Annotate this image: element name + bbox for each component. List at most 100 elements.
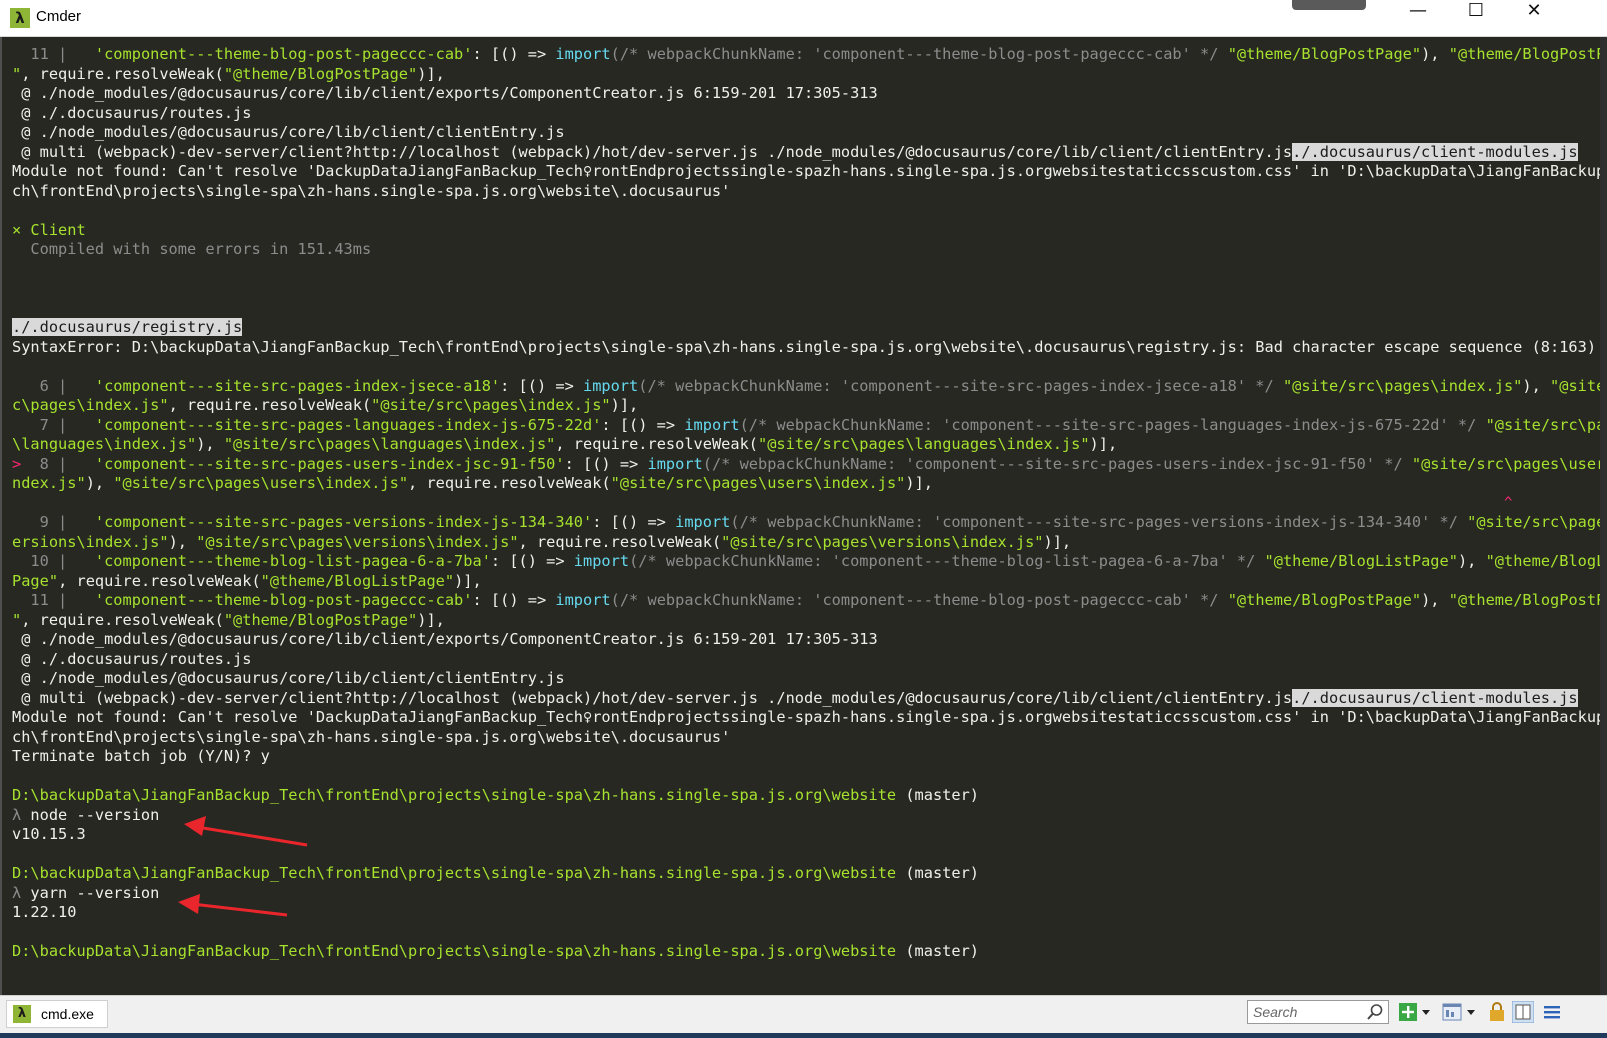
terminal-text: "@site/src\pages\versions\index.js" [196, 532, 519, 551]
terminal-text: import [573, 552, 630, 570]
terminal-line: Compiled with some errors in 151.43ms [12, 240, 371, 260]
terminal-text: "@site/src\pages\versions\index.js" [721, 532, 1044, 551]
terminal-text: import [583, 376, 639, 395]
terminal-line: @ ./node_modules/@docusaurus/core/lib/cl… [12, 84, 878, 104]
terminal-text: \languages\index.js" [12, 435, 197, 453]
terminal-line: 11 | 'component---theme-blog-post-pagecc… [12, 591, 1607, 611]
terminal-line: @ multi (webpack)-dev-server/client?http… [12, 688, 1578, 709]
terminal-line: ch\frontEnd\projects\single-spa\zh-hans.… [12, 728, 730, 748]
terminal-text: : [() => [601, 415, 685, 434]
terminal-text: @ multi (webpack)-dev-server/client?http… [12, 142, 1293, 161]
terminal-text: yarn --version [30, 883, 160, 902]
layout-icon[interactable] [1442, 1002, 1462, 1022]
terminal-line: Terminate batch job (Y/N)? y [12, 747, 270, 767]
terminal-text: "@theme/BlogPostPage" [223, 64, 418, 83]
terminal-text: (/* webpackChunkName: 'component---site-… [730, 513, 1468, 531]
terminal-text: )], [1089, 435, 1118, 453]
terminal-text: ./.docusaurus/registry.js [12, 318, 243, 336]
arrow-yarn-version [178, 894, 288, 917]
terminal-text: Compiled with some errors in 151.43ms [12, 240, 372, 258]
terminal-text: 10 | [12, 552, 77, 570]
terminal-line: λ node --version [12, 806, 159, 826]
terminal-text: (master) [896, 786, 980, 804]
terminal-line: ", require.resolveWeak("@theme/BlogPostP… [12, 65, 445, 85]
terminal-line: ./.docusaurus/registry.js [12, 318, 243, 338]
minimize-button[interactable]: — [1389, 0, 1447, 36]
terminal-line: SyntaxError: D:\backupData\JiangFanBacku… [12, 338, 1596, 358]
split-view-icon[interactable] [1512, 1001, 1534, 1023]
terminal-text: "@site/src\pages\users\i [1411, 454, 1607, 473]
terminal-text: 8 | [30, 454, 77, 473]
terminal-output[interactable]: 11 | 'component---theme-blog-post-pagecc… [0, 37, 1607, 995]
terminal-text: (/* webpackChunkName: 'component---site-… [638, 376, 1283, 395]
terminal-text: : [() => [592, 513, 676, 531]
lambda-icon: λ [13, 1005, 31, 1023]
terminal-line: ersions\index.js"), "@site/src\pages\ver… [12, 533, 1071, 553]
search-input[interactable]: Search [1247, 1000, 1389, 1024]
terminal-text: × Client [12, 220, 86, 239]
terminal-text: 1.22.10 [12, 903, 77, 921]
terminal-text: 11 | [12, 591, 77, 609]
search-icon[interactable] [1366, 1003, 1384, 1021]
terminal-text: )], [454, 571, 482, 590]
terminal-text: SyntaxError: D:\backupData\JiangFanBacku… [12, 337, 1597, 356]
terminal-text: )], [417, 610, 445, 629]
terminal-text: 'component---theme-blog-post-pageccc-cab… [94, 591, 473, 609]
tab-label: cmd.exe [41, 1006, 94, 1022]
terminal-line: 7 | 'component---site-src-pages-language… [12, 416, 1607, 436]
terminal-text: ), [1421, 591, 1449, 609]
terminal-text: import [684, 415, 740, 434]
terminal-text: @ ./node_modules/@docusaurus/core/lib/cl… [12, 669, 565, 687]
terminal-text: " [12, 610, 22, 629]
terminal-text: 'component---site-src-pages-index-jsece-… [94, 376, 501, 395]
terminal-line: ch\frontEnd\projects\single-spa\zh-hans.… [12, 182, 730, 202]
terminal-line: ndex.js"), "@site/src\pages\users\index.… [12, 474, 933, 494]
terminal-text: (master) [896, 942, 980, 960]
terminal-text: 'component---theme-blog-list-pagea-6-a-7… [94, 552, 491, 570]
terminal-text: Terminate batch job (Y/N)? y [12, 747, 270, 765]
terminal-text: "@site/src\pages\index.js" [371, 396, 611, 414]
terminal-text: ch\frontEnd\projects\single-spa\zh-hans.… [12, 727, 731, 746]
terminal-line: c\pages\index.js", require.resolveWeak("… [12, 396, 638, 416]
terminal-text: (/* webpackChunkName: 'component---site-… [739, 415, 1486, 434]
scrollbar[interactable] [1600, 37, 1607, 995]
terminal-text: (master) [896, 864, 980, 882]
terminal-text: node --version [30, 805, 160, 824]
terminal-text: (/* webpackChunkName: 'component---theme… [610, 45, 1228, 63]
dropdown-icon[interactable] [1420, 1002, 1432, 1022]
terminal-line: λ yarn --version [12, 884, 159, 904]
terminal-text: )], [1043, 532, 1072, 551]
terminal-text: 'component---theme-blog-post-pageccc-cab… [94, 45, 473, 63]
lock-icon[interactable] [1487, 1002, 1507, 1022]
menu-icon[interactable] [1542, 1002, 1562, 1022]
terminal-text: Module not found: Can't resolve 'DackupD… [12, 162, 1607, 180]
terminal-text: import [675, 513, 731, 531]
new-console-icon[interactable] [1398, 1002, 1418, 1022]
terminal-text: " [12, 64, 22, 83]
terminal-text: 'component---site-src-pages-users-index-… [94, 454, 565, 473]
error-caret: ^ [1504, 495, 1512, 511]
terminal-line: @ ./node_modules/@docusaurus/core/lib/cl… [12, 630, 878, 650]
terminal-text: , require.resolveWeak( [408, 474, 611, 492]
maximize-button[interactable]: ☐ [1447, 0, 1505, 36]
tab-cmd[interactable]: λ cmd.exe [6, 1000, 108, 1028]
terminal-line: 9 | 'component---site-src-pages-versions… [12, 513, 1607, 533]
terminal-line: v10.15.3 [12, 825, 86, 845]
ghost-strip [1292, 0, 1366, 10]
dropdown-icon[interactable] [1465, 1002, 1477, 1022]
lambda-icon: λ [10, 8, 30, 28]
arrow-node-version [184, 816, 308, 847]
terminal-line: 11 | 'component---theme-blog-post-pagecc… [12, 45, 1607, 65]
terminal-text: "@site/src\pages [1485, 415, 1607, 434]
terminal-text: "@site/src\pages\users\index.js" [610, 474, 906, 492]
terminal-text: ), [85, 474, 114, 492]
terminal-text: > [12, 454, 31, 473]
terminal-text: ndex.js" [12, 474, 86, 492]
close-button[interactable]: ✕ [1505, 0, 1563, 36]
terminal-line: @ ./node_modules/@docusaurus/core/lib/cl… [12, 669, 565, 689]
terminal-line: 10 | 'component---theme-blog-list-pagea-… [12, 552, 1607, 572]
terminal-line: D:\backupData\JiangFanBackup_Tech\frontE… [12, 942, 979, 962]
terminal-text: "@site/src\pages\languages\index.js" [223, 435, 556, 453]
